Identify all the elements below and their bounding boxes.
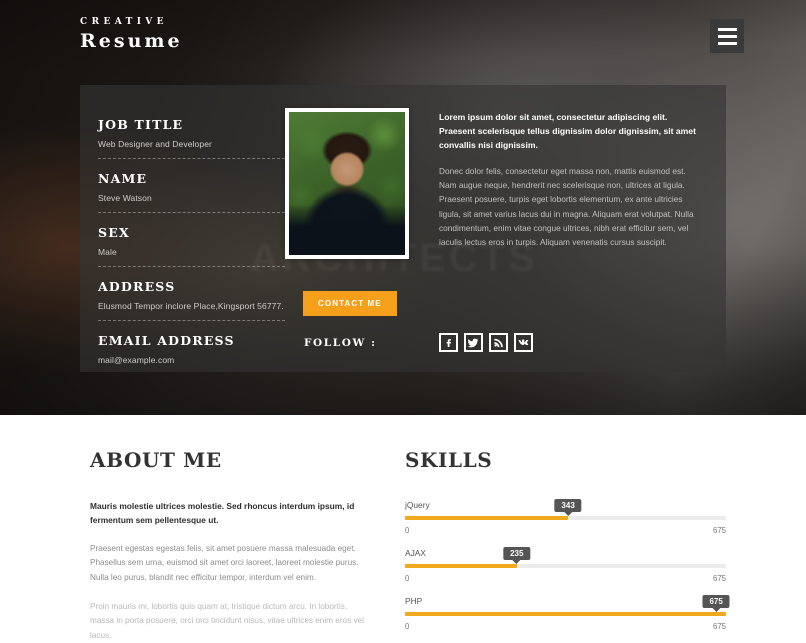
scale-min: 0 (405, 526, 409, 535)
bio-lead-paragraph: Lorem ipsum dolor sit amet, consectetur … (439, 111, 704, 153)
facebook-icon[interactable] (439, 333, 458, 352)
info-field-name: NAME Steve Watson (98, 171, 285, 213)
skill-label: AJAX (405, 548, 726, 558)
info-field-sex: SEX Male (98, 225, 285, 267)
info-value: Web Designer and Developer (98, 139, 285, 149)
lower-content-section: ABOUT ME Mauris molestie ultrices molest… (0, 415, 806, 615)
info-field-job-title: JOB TITLE Web Designer and Developer (98, 117, 285, 159)
info-label: SEX (98, 225, 285, 240)
top-header-bar: Creative Resume (0, 0, 806, 72)
info-label: NAME (98, 171, 285, 186)
page-title: ABOUT ME (90, 448, 369, 472)
resume-card: JOB TITLE Web Designer and Developer NAM… (80, 85, 726, 372)
skills-chart: jQuery 343 0 675 AJAX 235 0 675 (405, 500, 726, 631)
info-value: Steve Watson (98, 193, 285, 203)
skill-track[interactable]: 235 (405, 564, 726, 568)
rss-icon[interactable] (489, 333, 508, 352)
skill-label: PHP (405, 596, 726, 606)
info-field-email: EMAIL ADDRESS mail@example.com (98, 333, 285, 365)
info-label: JOB TITLE (98, 117, 285, 132)
contact-button-row: CONTACT ME (303, 291, 397, 316)
info-label: EMAIL ADDRESS (98, 333, 285, 348)
menu-bar-2 (718, 35, 737, 38)
skill-scale: 0 675 (405, 526, 726, 535)
skill-value-tooltip: 675 (702, 595, 729, 608)
info-value: Elusmod Tempor inclore Place,Kingsport 5… (98, 301, 285, 311)
hero-section: ARCHITECTS Creative Resume JOB TITLE Web… (0, 0, 806, 415)
brand-title: Resume (80, 30, 183, 52)
divider (98, 212, 285, 213)
info-label: ADDRESS (98, 279, 285, 294)
about-lead-text: Mauris molestie ultrices molestie. Sed r… (90, 500, 369, 528)
social-links-list (439, 333, 533, 352)
vk-icon[interactable] (514, 333, 533, 352)
info-value: mail@example.com (98, 355, 285, 365)
skill-value-tooltip: 235 (503, 547, 530, 560)
bio-text-column: Lorem ipsum dolor sit amet, consectetur … (421, 101, 726, 372)
skill-bar-ajax: AJAX 235 0 675 (405, 548, 726, 583)
scale-min: 0 (405, 622, 409, 631)
skill-scale: 0 675 (405, 574, 726, 583)
scale-min: 0 (405, 574, 409, 583)
info-field-address: ADDRESS Elusmod Tempor inclore Place,Kin… (98, 279, 285, 321)
contact-me-button[interactable]: CONTACT ME (303, 291, 397, 316)
skill-bar-php: PHP 675 0 675 (405, 596, 726, 631)
scale-max: 675 (713, 622, 726, 631)
skills-column: SKILLS jQuery 343 0 675 AJAX 235 (405, 415, 806, 615)
skill-scale: 0 675 (405, 622, 726, 631)
brand-logo[interactable]: Creative Resume (80, 17, 183, 52)
skills-title: SKILLS (405, 448, 726, 472)
divider (98, 266, 285, 267)
scale-max: 675 (713, 526, 726, 535)
menu-bar-3 (718, 42, 737, 45)
skill-fill (405, 516, 568, 520)
scale-max: 675 (713, 574, 726, 583)
bio-body-paragraph: Donec dolor felis, consectetur eget mass… (439, 164, 704, 250)
about-paragraph-2: Proin mauris mi, lobortis quis quam at, … (90, 600, 369, 643)
skill-bar-jquery: jQuery 343 0 675 (405, 500, 726, 535)
skill-fill (405, 564, 517, 568)
brand-subtitle: Creative (80, 17, 183, 27)
profile-photo-column (285, 101, 421, 372)
twitter-icon[interactable] (464, 333, 483, 352)
menu-bar-1 (718, 28, 737, 31)
avatar (289, 112, 405, 255)
hamburger-menu-icon[interactable] (710, 19, 744, 53)
skill-track[interactable]: 343 (405, 516, 726, 520)
divider (98, 158, 285, 159)
info-value: Male (98, 247, 285, 257)
skill-track[interactable]: 675 (405, 612, 726, 616)
about-me-column: ABOUT ME Mauris molestie ultrices molest… (0, 415, 405, 615)
photo-frame (285, 108, 409, 259)
personal-info-list: JOB TITLE Web Designer and Developer NAM… (80, 101, 285, 372)
skill-fill (405, 612, 726, 616)
divider (98, 320, 285, 321)
follow-label: FOLLOW : (304, 337, 377, 349)
follow-row: FOLLOW : (304, 333, 533, 352)
about-paragraph-1: Praesent egestas egestas felis, sit amet… (90, 542, 369, 586)
skill-value-tooltip: 343 (554, 499, 581, 512)
